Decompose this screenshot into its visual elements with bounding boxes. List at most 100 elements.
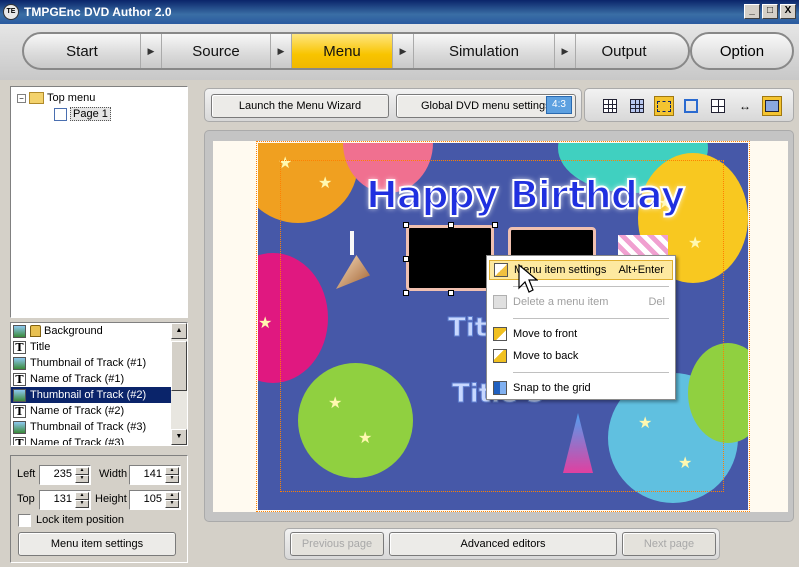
- list-item-thumbnail-2[interactable]: Thumbnail of Track (#2): [11, 387, 171, 403]
- window-title: TMPGEnc DVD Author 2.0: [24, 5, 172, 19]
- image-icon: [13, 324, 26, 338]
- option-button[interactable]: Option: [690, 32, 794, 70]
- height-label: Height: [95, 493, 127, 505]
- scroll-thumb[interactable]: [171, 341, 187, 391]
- list-item-thumbnail-1[interactable]: Thumbnail of Track (#1): [11, 355, 171, 371]
- lock-position-checkbox[interactable]: [18, 514, 31, 527]
- tab-menu[interactable]: Menu: [292, 34, 392, 68]
- tree-item-page-1[interactable]: Page 1: [51, 106, 111, 122]
- workflow-nav-area: Start ▶ Source ▶ Menu ▶ Simulation ▶ Out…: [0, 24, 799, 80]
- tab-output[interactable]: Output: [576, 34, 672, 68]
- ctx-snap-to-grid[interactable]: Snap to the grid: [489, 378, 673, 398]
- context-menu: Menu item settings Alt+Enter Delete a me…: [486, 255, 676, 400]
- menu-item-settings-button[interactable]: Menu item settings: [18, 532, 176, 556]
- page-navigation-bar: Previous page Advanced editors Next page: [284, 528, 720, 560]
- text-icon: T: [13, 340, 26, 354]
- overlay-icon[interactable]: [762, 96, 782, 116]
- menu-items-list[interactable]: Background T Title Thumbnail of Track (#…: [10, 322, 188, 446]
- selection-handle[interactable]: [403, 256, 409, 262]
- title-bar: TE TMPGEnc DVD Author 2.0 _ □ X: [0, 0, 799, 24]
- list-item-title[interactable]: T Title: [11, 339, 171, 355]
- workflow-nav: Start ▶ Source ▶ Menu ▶ Simulation ▶ Out…: [22, 32, 690, 70]
- star-icon: ★: [678, 455, 693, 472]
- launch-menu-wizard-button[interactable]: Launch the Menu Wizard: [211, 94, 389, 118]
- chevron-right-icon: ▶: [270, 34, 292, 68]
- spin-up-icon[interactable]: ▲: [165, 467, 179, 475]
- scroll-down-icon[interactable]: ▼: [171, 429, 187, 445]
- list-item-background[interactable]: Background: [11, 323, 171, 339]
- menu-toolbar: Launch the Menu Wizard Global DVD menu s…: [204, 88, 582, 122]
- balloon-green: [298, 363, 413, 478]
- width-label: Width: [99, 468, 128, 480]
- left-input[interactable]: 235 ▲ ▼: [39, 465, 91, 485]
- previous-page-button[interactable]: Previous page: [290, 532, 384, 556]
- selection-handle[interactable]: [403, 222, 409, 228]
- tab-source[interactable]: Source: [162, 34, 270, 68]
- left-label: Left: [17, 468, 36, 480]
- ctx-menu-item-settings[interactable]: Menu item settings Alt+Enter: [489, 260, 673, 280]
- edit-icon: [494, 263, 508, 277]
- spin-down-icon[interactable]: ▼: [75, 475, 89, 483]
- star-icon: ★: [258, 315, 273, 332]
- tree-item-label: Top menu: [47, 92, 96, 104]
- maximize-button[interactable]: □: [762, 4, 778, 19]
- star-icon: ★: [278, 155, 293, 172]
- list-item-name-3[interactable]: T Name of Track (#3): [11, 435, 171, 445]
- ctx-move-to-front[interactable]: Move to front: [489, 324, 673, 344]
- candle-icon: [350, 231, 354, 255]
- spin-down-icon[interactable]: ▼: [75, 500, 89, 508]
- list-item-thumbnail-3[interactable]: Thumbnail of Track (#3): [11, 419, 171, 435]
- spin-up-icon[interactable]: ▲: [75, 492, 89, 500]
- bring-front-icon: [493, 327, 507, 341]
- chevron-right-icon: ▶: [392, 34, 414, 68]
- tree-item-top-menu[interactable]: − Top menu: [17, 90, 95, 106]
- ctx-move-to-back[interactable]: Move to back: [489, 346, 673, 366]
- list-scrollbar[interactable]: ▲ ▼: [171, 323, 187, 445]
- spin-up-icon[interactable]: ▲: [75, 467, 89, 475]
- selection-handle[interactable]: [448, 290, 454, 296]
- menu-title-text[interactable]: Happy Birthday: [365, 172, 686, 218]
- center-lines-icon[interactable]: [708, 96, 728, 116]
- grid-fine-icon[interactable]: [627, 96, 647, 116]
- height-input[interactable]: 105 ▲ ▼: [129, 490, 181, 510]
- view-toolbar: ↔: [584, 88, 794, 122]
- tab-start[interactable]: Start: [24, 34, 140, 68]
- thumbnail-track-1[interactable]: [406, 225, 494, 291]
- next-page-button[interactable]: Next page: [622, 532, 716, 556]
- image-icon: [13, 356, 26, 370]
- top-label: Top: [17, 493, 35, 505]
- list-item-name-2[interactable]: T Name of Track (#2): [11, 403, 171, 419]
- close-button[interactable]: X: [780, 4, 796, 19]
- star-icon: ★: [318, 175, 333, 192]
- grid-icon[interactable]: [600, 96, 620, 116]
- fit-width-icon[interactable]: ↔: [735, 96, 755, 116]
- menu-page-tree: − Top menu Page 1: [10, 86, 188, 318]
- spin-down-icon[interactable]: ▼: [165, 500, 179, 508]
- tree-item-label: Page 1: [70, 107, 111, 121]
- balloon-orange: [258, 143, 358, 223]
- spin-up-icon[interactable]: ▲: [165, 492, 179, 500]
- selection-handle[interactable]: [403, 290, 409, 296]
- width-input[interactable]: 141 ▲ ▼: [129, 465, 181, 485]
- chevron-right-icon: ▶: [140, 34, 162, 68]
- tv-safe-area-icon[interactable]: [654, 96, 674, 116]
- list-item-name-1[interactable]: T Name of Track (#1): [11, 371, 171, 387]
- spin-down-icon[interactable]: ▼: [165, 475, 179, 483]
- ctx-delete-menu-item[interactable]: Delete a menu item Del: [489, 292, 673, 312]
- scroll-up-icon[interactable]: ▲: [171, 323, 187, 339]
- page-icon: [54, 107, 67, 121]
- aspect-ratio-badge: 4:3: [546, 96, 572, 114]
- top-input[interactable]: 131 ▲ ▼: [39, 490, 91, 510]
- selection-handle[interactable]: [492, 222, 498, 228]
- selection-handle[interactable]: [448, 222, 454, 228]
- folder-icon: [29, 92, 44, 104]
- lock-position-label: Lock item position: [36, 514, 125, 526]
- snap-grid-icon: [493, 381, 507, 395]
- image-icon: [13, 388, 26, 402]
- minimize-button[interactable]: _: [744, 4, 760, 19]
- party-hat-icon: [563, 413, 593, 473]
- collapse-icon[interactable]: −: [17, 93, 26, 103]
- safe-frame-icon[interactable]: [681, 96, 701, 116]
- tab-simulation[interactable]: Simulation: [414, 34, 554, 68]
- advanced-editors-button[interactable]: Advanced editors: [389, 532, 617, 556]
